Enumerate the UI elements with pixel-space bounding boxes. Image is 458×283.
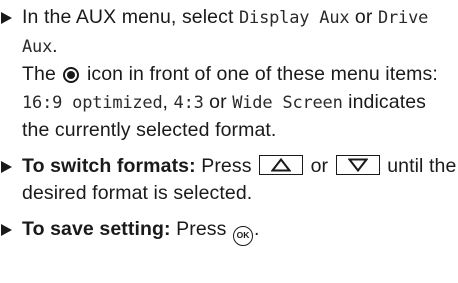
step-label-switch: To switch formats:: [22, 154, 196, 177]
menu-item-display-aux: Display Aux: [239, 8, 350, 28]
triangle-up-icon: [259, 154, 304, 175]
bullet-arrow-icon: [1, 160, 12, 173]
step-label-save: To save setting:: [22, 217, 171, 240]
format-4-3: 4:3: [173, 92, 204, 113]
triangle-down-icon: [335, 154, 380, 175]
radio-selected-icon: [63, 67, 80, 83]
instruction-step-switch-formats: To switch formats: Press or until the de…: [0, 153, 458, 208]
step-select-text: In the AUX menu, select Display Aux or D…: [22, 6, 429, 57]
bullet-arrow-icon: [1, 12, 12, 24]
ok-button-icon: OK: [233, 225, 253, 246]
instruction-list: In the AUX menu, select Display Aux or D…: [0, 4, 458, 246]
step-note-text: The icon in front of one of these menu i…: [22, 63, 438, 141]
bullet-arrow-icon: [1, 223, 12, 236]
format-16-9-optimized: 16:9 optimized: [22, 92, 163, 113]
instruction-step-save-setting: To save setting: Press OK.: [0, 216, 458, 246]
format-wide-screen: Wide Screen: [232, 92, 343, 113]
instruction-step-select-aux: In the AUX menu, select Display Aux or D…: [0, 4, 458, 145]
